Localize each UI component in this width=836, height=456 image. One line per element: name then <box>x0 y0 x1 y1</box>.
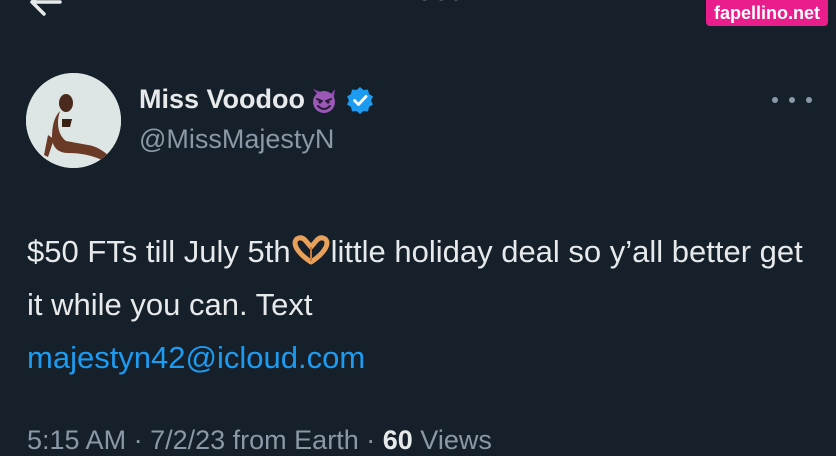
email-link[interactable]: majestyn42@icloud.com <box>27 340 365 375</box>
more-horizontal-icon <box>772 97 778 103</box>
author-name[interactable]: Miss Voodoo <box>139 84 305 115</box>
author-name-row[interactable]: Miss Voodoo <box>139 84 375 115</box>
tweet-text: $50 FTs till July 5th little holiday dea… <box>27 225 817 384</box>
author-handle[interactable]: @MissMajestyN <box>139 124 334 155</box>
tweet-time[interactable]: 5:15 AM <box>27 425 126 455</box>
tweet-meta: 5:15 AM · 7/2/23 from Earth · 60 Views <box>27 425 492 455</box>
smiling-imp-icon <box>313 88 335 113</box>
tweet-source: from Earth <box>232 425 359 455</box>
watermark: fapellino.net <box>705 0 828 26</box>
heart-hands-icon <box>292 235 330 265</box>
more-options-button[interactable] <box>772 88 812 112</box>
verified-badge-icon <box>347 86 373 114</box>
avatar-image <box>26 73 121 168</box>
views-label[interactable]: Views <box>420 425 492 455</box>
views-count[interactable]: 60 <box>383 425 413 455</box>
avatar[interactable] <box>26 73 121 168</box>
tweet-text-part1: $50 FTs till July 5th <box>27 234 291 269</box>
tweet-date[interactable]: 7/2/23 <box>150 425 225 455</box>
